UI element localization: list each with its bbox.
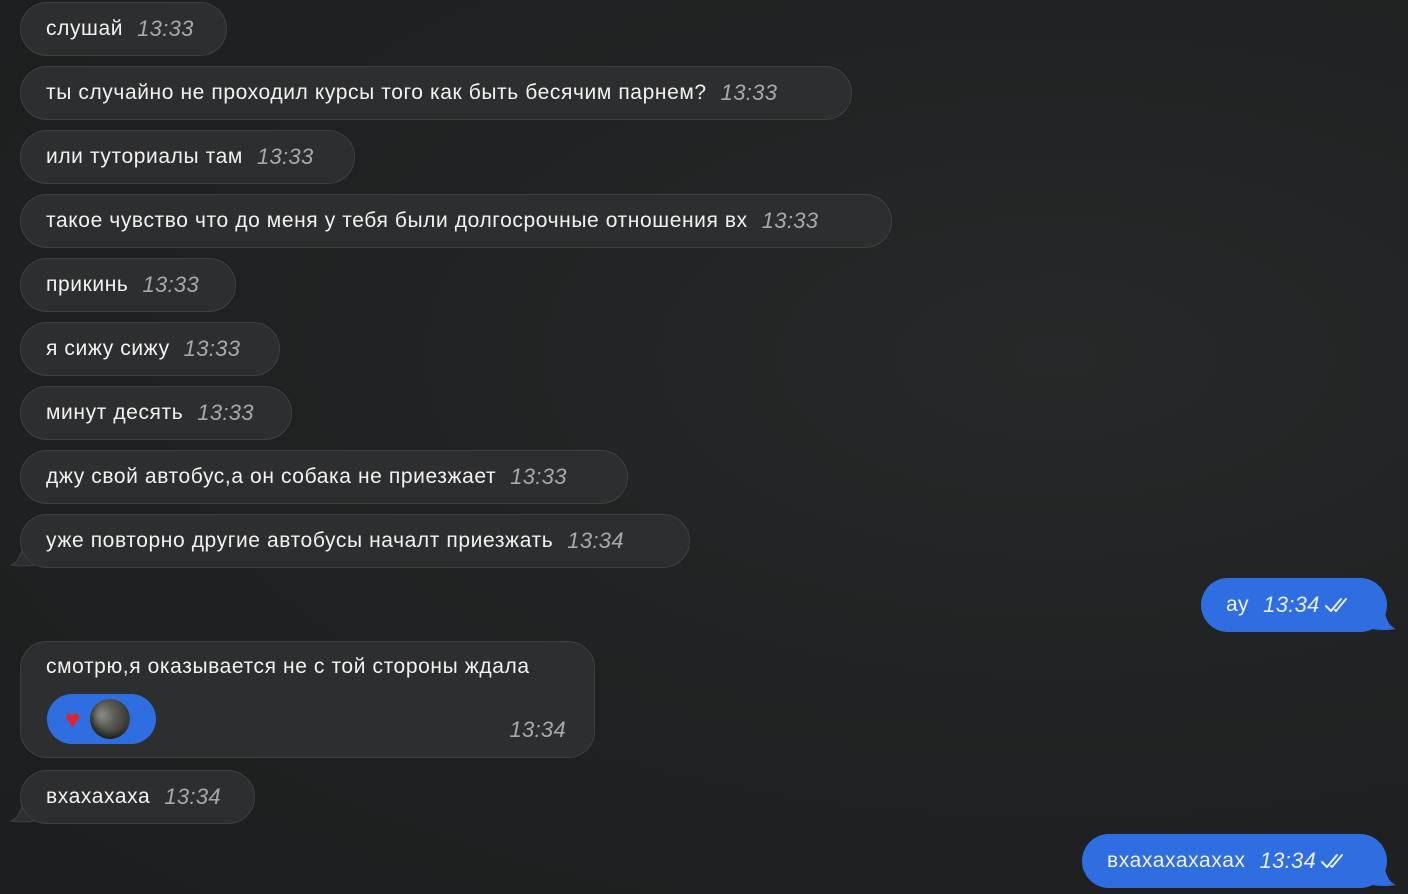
message-time: 13:34: [1259, 848, 1317, 873]
message-time: 13:33: [142, 272, 199, 297]
message-text: такое чувство что до меня у тебя были до…: [46, 209, 748, 232]
reaction-badge[interactable]: ♥: [47, 694, 156, 744]
message-text: вхахахахахах: [1107, 849, 1246, 872]
message-text: или туториалы там: [46, 145, 243, 168]
chat-area: слушай 13:33 ты случайно не проходил кур…: [0, 0, 1408, 894]
message-text: ты случайно не проходил курсы того как б…: [46, 81, 707, 104]
message-time: 13:33: [510, 464, 567, 489]
message-text: смотрю,я оказывается не с той стороны жд…: [46, 655, 530, 678]
message-text: джу свой автобус,а он собака не приезжае…: [46, 465, 497, 488]
message-text: ау: [1226, 593, 1250, 616]
message-incoming[interactable]: слушай 13:33: [20, 2, 227, 56]
double-check-icon: [1324, 595, 1354, 615]
message-time: 13:33: [720, 80, 778, 105]
message-time: 13:33: [761, 208, 819, 233]
message-incoming[interactable]: джу свой автобус,а он собака не приезжае…: [20, 450, 628, 504]
double-check-icon: [1320, 851, 1350, 871]
message-time: 13:34: [1263, 592, 1320, 617]
message-time: 13:34: [509, 717, 566, 742]
message-incoming[interactable]: такое чувство что до меня у тебя были до…: [20, 194, 892, 248]
message-incoming[interactable]: прикинь 13:33: [20, 258, 236, 312]
message-text: минут десять: [46, 401, 184, 424]
message-incoming[interactable]: минут десять 13:33: [20, 386, 292, 440]
message-text: я сижу сижу: [46, 337, 170, 360]
message-incoming[interactable]: уже повторно другие автобусы началт прие…: [20, 514, 690, 568]
message-time: 13:33: [183, 336, 241, 361]
message-incoming[interactable]: ты случайно не проходил курсы того как б…: [20, 66, 852, 120]
message-time: 13:34: [164, 784, 221, 809]
message-text: вхахахаха: [46, 785, 151, 808]
message-outgoing[interactable]: ау 13:34: [1201, 578, 1387, 632]
message-outgoing[interactable]: вхахахахахах 13:34: [1082, 834, 1387, 888]
message-incoming[interactable]: я сижу сижу 13:33: [20, 322, 280, 376]
message-text: уже повторно другие автобусы началт прие…: [46, 529, 554, 552]
message-time: 13:34: [567, 528, 624, 553]
message-time: 13:33: [197, 400, 254, 425]
heart-icon: ♥: [65, 704, 81, 734]
message-time: 13:33: [256, 144, 314, 169]
message-text: прикинь: [46, 273, 129, 296]
message-incoming[interactable]: или туториалы там 13:33: [20, 130, 355, 184]
message-incoming[interactable]: смотрю,я оказывается не с той стороны жд…: [20, 641, 595, 758]
message-time: 13:33: [137, 16, 194, 41]
avatar: [90, 699, 131, 739]
message-incoming[interactable]: вхахахаха 13:34: [20, 770, 255, 824]
message-text: слушай: [46, 17, 124, 40]
